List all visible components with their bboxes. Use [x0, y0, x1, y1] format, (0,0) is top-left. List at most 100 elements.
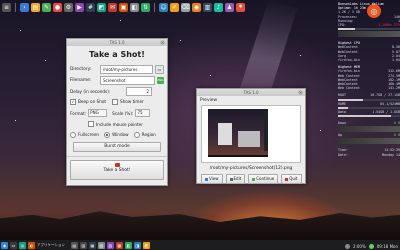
task-icon[interactable]: ▥ — [79, 241, 87, 249]
notes-icon[interactable]: ✐ — [170, 2, 179, 12]
close-icon[interactable]: × — [160, 40, 165, 45]
star — [210, 75, 211, 76]
top-launcher-bar: ≡ › ▤ ✎ ● ⚙ ▶ # ◩ ✉ ▣ ◧ ⇅ ☺ ✐ ⌫ ◉ ▥ ♪ ♟ … — [0, 0, 302, 14]
fullscreen-radio[interactable] — [70, 132, 76, 138]
volume-icon[interactable] — [344, 244, 350, 249]
star — [180, 40, 181, 41]
net-graph — [338, 138, 400, 145]
continue-icon — [252, 177, 256, 181]
network-status-icon[interactable] — [368, 244, 374, 249]
launcher-separator — [15, 2, 16, 12]
system-tray: 2:00% 09:18 Mon — [344, 244, 398, 249]
recorder-icon[interactable]: ⏺ — [236, 2, 245, 12]
conky-fs: ROOT 10.7GB / 27.1GB — [338, 93, 400, 98]
app-menu-label[interactable]: アプリケーション — [37, 243, 65, 248]
camera-icon[interactable]: ◉ — [192, 2, 201, 12]
edit-icon — [229, 177, 233, 181]
task-icon[interactable]: ▩ — [115, 241, 123, 249]
options-row: ✓ Beep on Shot Show timer — [70, 98, 164, 106]
trash-icon[interactable]: ⌫ — [181, 2, 190, 12]
mail-icon[interactable]: ✉ — [108, 2, 117, 12]
show-timer-checkbox[interactable] — [112, 99, 118, 105]
star — [15, 120, 16, 121]
task-icon[interactable]: ◩ — [142, 241, 150, 249]
mouse-pointer-row: Include mouse pointer — [70, 120, 164, 128]
format-dropdown[interactable]: PNG — [88, 109, 108, 117]
games-icon[interactable]: ♟ — [225, 2, 234, 12]
delay-spinbox[interactable]: 2 — [126, 86, 152, 96]
app-icon[interactable]: ◐ — [28, 241, 35, 249]
scale-label: Scale (%): — [112, 110, 134, 116]
file-manager-icon[interactable]: ▤ — [31, 2, 40, 12]
media-player-icon[interactable]: ▶ — [75, 2, 84, 12]
region-radio[interactable] — [133, 132, 140, 138]
task-icon[interactable]: ▨ — [106, 241, 114, 249]
menu-icon[interactable]: ≡ — [2, 2, 11, 12]
window-titlebar[interactable]: TAS 1.0 × — [67, 39, 167, 46]
file-path: /root/my-pictures/Screenshot(12).png — [209, 166, 293, 171]
image-viewer-icon[interactable]: ◩ — [97, 2, 106, 12]
region-label: Region — [141, 132, 156, 137]
conky-fs: Data 1.54GB / 1.8GB — [338, 109, 400, 114]
desktop-icon[interactable]: ▭ — [10, 241, 17, 249]
continue-button[interactable]: Continue — [248, 174, 279, 184]
clock[interactable]: 09:18 Mon — [377, 244, 398, 249]
task-icon[interactable]: ▧ — [97, 241, 105, 249]
task-icon[interactable]: ▤ — [70, 241, 78, 249]
scale-spinbox[interactable]: 75 — [135, 109, 151, 117]
browser-icon[interactable]: ● — [53, 2, 62, 12]
fullscreen-label: Fullscreen — [78, 132, 100, 137]
launcher-separator — [154, 2, 155, 12]
filename-row: Filename: Screenshot PNG — [70, 75, 164, 85]
take-shot-button[interactable]: Take a Shot! — [70, 160, 164, 180]
directory-input[interactable]: /root/my-pictures — [100, 64, 153, 74]
screenshot-thumbnail — [208, 109, 268, 157]
system-monitor-widget: BunsenLabs Linux Helium Uptime: 1h 23m 1… — [338, 2, 400, 157]
capture-heading: Take a Shot! — [89, 50, 145, 59]
star — [120, 20, 121, 21]
star — [20, 30, 21, 31]
divider — [67, 156, 167, 157]
star — [320, 130, 321, 131]
task-icon[interactable]: ◧ — [124, 241, 132, 249]
beep-label: Beep on Shot — [78, 99, 107, 104]
window-radio[interactable] — [104, 132, 111, 138]
package-icon[interactable]: ◧ — [130, 2, 139, 12]
delay-label: Delay (in seconds): — [70, 88, 111, 94]
settings-icon[interactable]: ⚙ — [64, 2, 73, 12]
net-graph — [338, 126, 400, 133]
network-icon[interactable]: ⇅ — [141, 2, 150, 12]
text-editor-icon[interactable]: ✎ — [42, 2, 51, 12]
view-button[interactable]: View — [201, 174, 223, 184]
format-row: Format: PNG Scale (%): 75 — [70, 109, 164, 117]
system-monitor-icon[interactable]: ▥ — [203, 2, 212, 12]
close-icon[interactable]: × — [298, 90, 303, 95]
start-menu-icon[interactable]: ◆ — [1, 241, 8, 249]
burst-mode-button[interactable]: Burst mode — [73, 142, 161, 152]
beep-checkbox[interactable]: ✓ — [70, 99, 76, 105]
camera-icon — [114, 163, 120, 167]
calculator-icon[interactable]: # — [86, 2, 95, 12]
mouse-pointer-checkbox[interactable] — [88, 121, 94, 127]
archive-icon[interactable]: ▣ — [119, 2, 128, 12]
edit-button[interactable]: Edit — [225, 174, 246, 184]
chat-icon[interactable]: ☺ — [159, 2, 168, 12]
task-icon[interactable]: ▦ — [88, 241, 96, 249]
music-icon[interactable]: ♪ — [214, 2, 223, 12]
quit-button[interactable]: Quit — [281, 174, 302, 184]
preview-frame — [201, 105, 301, 163]
mode-row: Fullscreen Window Region — [70, 131, 164, 139]
folder-browse-icon[interactable]: ▭ — [155, 64, 164, 74]
conky-net: Up 0 B — [338, 133, 400, 138]
task-icon[interactable]: ◨ — [133, 241, 141, 249]
capture-window: TAS 1.0 × Take a Shot! Directory: /root/… — [66, 38, 168, 186]
terminal-icon[interactable]: › — [20, 2, 29, 12]
mouse-pointer-label: Include mouse pointer — [96, 121, 143, 127]
window-titlebar[interactable]: TAS 1.0 × — [197, 89, 305, 96]
filename-input[interactable]: Screenshot — [100, 75, 155, 85]
delay-row: Delay (in seconds): 2 — [70, 86, 164, 96]
star — [300, 55, 301, 56]
window-label: Window — [112, 132, 129, 137]
star — [45, 60, 46, 61]
app-icon[interactable]: ◎ — [19, 241, 26, 249]
